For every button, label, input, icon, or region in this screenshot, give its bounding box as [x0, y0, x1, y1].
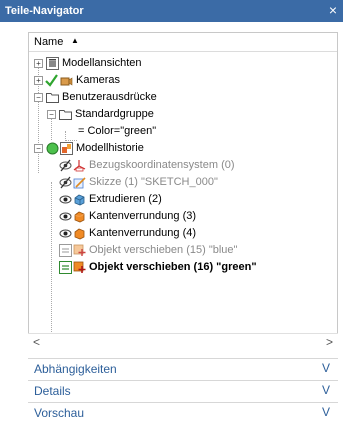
chevron-down-icon[interactable]: V: [322, 361, 330, 375]
tree-item-objekt-verschieben-16[interactable]: Objekt verschieben (16) "green": [29, 259, 337, 276]
folder-icon: [59, 110, 72, 120]
column-header-name[interactable]: Name: [34, 36, 63, 48]
tree-item-label: = Color="green": [78, 125, 157, 137]
collapse-icon[interactable]: −: [34, 144, 43, 153]
tree-item-kameras[interactable]: + Kameras: [29, 72, 337, 89]
tree-item-kantenverrundung-4[interactable]: Kantenverrundung (4): [29, 225, 337, 242]
chevron-down-icon[interactable]: V: [322, 383, 330, 397]
collapse-icon[interactable]: −: [34, 93, 43, 102]
hidden-eye-icon[interactable]: [59, 176, 72, 189]
panel-vorschau[interactable]: Vorschau V: [28, 402, 338, 423]
tree-item-label: Kameras: [76, 74, 121, 86]
checkmark-icon: [45, 74, 58, 87]
folder-icon: [46, 93, 59, 103]
tree-item-standardgruppe[interactable]: − Standardgruppe: [29, 106, 337, 123]
collapse-icon[interactable]: −: [47, 110, 56, 119]
panel-abhaengigkeiten[interactable]: Abhängigkeiten V: [28, 358, 338, 379]
hidden-eye-icon[interactable]: [59, 159, 72, 172]
layer-checkbox-icon[interactable]: [59, 261, 72, 274]
tree-item-label: Modellansichten: [62, 57, 142, 69]
panel-label: Abhängigkeiten: [34, 362, 117, 376]
tree-item-modellhistorie[interactable]: − Modellhistorie: [29, 140, 337, 157]
tree-item-skizze[interactable]: Skizze (1) "SKETCH_000": [29, 174, 337, 191]
sort-ascending-icon: ▲: [71, 36, 79, 45]
tree-item-label: Extrudieren (2): [89, 193, 162, 205]
sketch-icon: [73, 177, 86, 189]
edge-blend-icon: [74, 228, 85, 240]
move-object-icon: [73, 261, 86, 273]
layer-checkbox-icon[interactable]: [59, 244, 72, 257]
tree-item-label: Kantenverrundung (3): [89, 210, 197, 222]
tree-item-benutzerausdruecke[interactable]: − Benutzerausdrücke: [29, 89, 337, 106]
extrude-icon: [74, 194, 85, 206]
column-header[interactable]: Name ▲: [29, 33, 337, 52]
window-title: Teile-Navigator: [5, 5, 84, 17]
model-views-icon: [46, 57, 59, 70]
tree-item-expression-color[interactable]: = Color="green": [29, 123, 337, 140]
tree-item-label: Objekt verschieben (15) "blue": [89, 244, 238, 256]
eye-icon[interactable]: [59, 210, 72, 223]
expand-icon[interactable]: +: [34, 76, 43, 85]
tree-item-bezugskoordinatensystem[interactable]: Bezugskoordinatensystem (0): [29, 157, 337, 174]
tree-item-label: Skizze (1) "SKETCH_000": [89, 176, 218, 188]
tree-item-label: Kantenverrundung (4): [89, 227, 197, 239]
camera-icon: [60, 77, 73, 86]
edge-blend-icon: [74, 211, 85, 223]
expand-icon[interactable]: +: [34, 59, 43, 68]
tree-item-kantenverrundung-3[interactable]: Kantenverrundung (3): [29, 208, 337, 225]
horizontal-scrollbar[interactable]: < >: [28, 333, 338, 350]
tree-item-extrudieren[interactable]: Extrudieren (2): [29, 191, 337, 208]
tree-item-label: Modellhistorie: [76, 142, 144, 154]
green-status-icon: [46, 142, 59, 155]
move-object-icon: [73, 244, 86, 256]
datum-csys-icon: [73, 160, 86, 172]
tree-item-label: Bezugskoordinatensystem (0): [89, 159, 235, 171]
scroll-left-icon[interactable]: <: [33, 335, 40, 349]
model-history-icon: [60, 142, 73, 155]
panel-label: Details: [34, 384, 71, 398]
part-navigator-tree: Name ▲ + Modellansichten + Kameras − Ben…: [28, 32, 338, 350]
panel-details[interactable]: Details V: [28, 380, 338, 401]
title-bar: Teile-Navigator ×: [0, 0, 343, 22]
tree-item-label: Objekt verschieben (16) "green": [89, 261, 257, 273]
panel-label: Vorschau: [34, 406, 85, 420]
tree-item-label: Standardgruppe: [75, 108, 154, 120]
scroll-right-icon[interactable]: >: [326, 335, 333, 349]
tree-item-objekt-verschieben-15[interactable]: Objekt verschieben (15) "blue": [29, 242, 337, 259]
eye-icon[interactable]: [59, 193, 72, 206]
close-icon[interactable]: ×: [329, 3, 337, 17]
eye-icon[interactable]: [59, 227, 72, 240]
tree-item-label: Benutzerausdrücke: [62, 91, 157, 103]
tree-item-modellansichten[interactable]: + Modellansichten: [29, 55, 337, 72]
chevron-down-icon[interactable]: V: [322, 405, 330, 419]
